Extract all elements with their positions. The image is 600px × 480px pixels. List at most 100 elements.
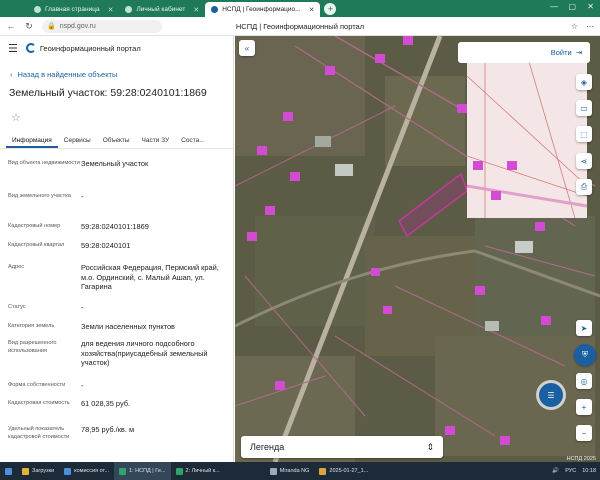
attr-value: Земельный участок (81, 159, 149, 168)
maximize-icon[interactable]: ▢ (568, 2, 576, 11)
bookmark-icon[interactable]: ☆ (571, 22, 578, 31)
attr-value: 59:28:0240101 (81, 241, 131, 250)
attr-label: Адрес (8, 264, 25, 270)
system-tray: 🔊 РУС 10:18 (552, 468, 596, 474)
minus-icon: − (581, 428, 587, 438)
share-button[interactable]: ⋖ (576, 153, 592, 169)
attr-row: Вид земельного участка - (0, 192, 233, 222)
language-indicator[interactable]: РУС (565, 468, 576, 474)
minimize-icon[interactable]: — (550, 2, 558, 11)
taskbar-item[interactable]: 1: НСПД | Ге... (114, 462, 171, 480)
attr-value: Российская Федерация, Пермский край, м.о… (81, 263, 219, 291)
messenger-icon (269, 467, 277, 475)
taskbar-item[interactable]: Miranda NG (265, 462, 315, 480)
attr-row: Вид разрешенного использования для веден… (0, 339, 233, 381)
attr-row: Кадастровый квартал 59:28:0240101 (0, 241, 233, 263)
attr-row: Кадастровый номер 59:28:0240101:1869 (0, 222, 233, 241)
site-favicon-icon (125, 6, 133, 13)
portal-logo-icon (25, 43, 36, 53)
double-chevron-left-icon: « (244, 43, 250, 53)
attr-value: - (81, 192, 84, 201)
attr-value: для ведения личного подсобного хозяйства… (81, 339, 208, 367)
attributes-list: Вид объекта недвижимости Земельный участ… (0, 149, 233, 455)
print-icon: ⎙ (580, 182, 588, 191)
browser-tab-cabinet[interactable]: Личный кабинет ✕ (119, 2, 205, 17)
start-button[interactable] (0, 462, 17, 480)
attr-row: Удельный показатель кадастровой стоимост… (0, 425, 233, 455)
geolocation-button[interactable]: ◎ (576, 373, 592, 389)
tab-information[interactable]: Информация (6, 134, 58, 148)
browser-toolbar: ← ↻ 🔒 nspd.gov.ru НСПД | Геоинформационн… (0, 17, 600, 36)
tab-services[interactable]: Сервисы (58, 134, 97, 148)
login-button[interactable]: Войти ⇥ (458, 42, 590, 63)
plus-icon: + (581, 402, 587, 412)
collapse-panel-button[interactable]: « (239, 40, 255, 56)
tab-objects[interactable]: Объекты (97, 134, 136, 148)
chevron-updown-icon: ⇕ (426, 441, 434, 452)
image-icon (319, 467, 327, 475)
print-button[interactable]: ⎙ (576, 179, 592, 195)
document-icon (64, 467, 72, 475)
browser-tab-strip: Главная страница ✕ Личный кабинет ✕ НСПД… (0, 0, 600, 17)
tab-composition[interactable]: Соста... (175, 134, 211, 148)
browser-icon (119, 467, 127, 475)
close-tab-icon[interactable]: ✕ (193, 6, 199, 14)
attr-value: - (81, 381, 84, 390)
select-area-button[interactable]: ⬚ (576, 126, 592, 142)
map-view[interactable]: « Войти ⇥ ◈ ▭ ⬚ ⋖ ⎙ ➤ ⛨ ◎ ☰ + − Легенда … (235, 36, 600, 462)
navigation-arrow-icon: ➤ (580, 323, 588, 333)
back-icon[interactable]: ← (6, 21, 16, 31)
close-window-icon[interactable]: ✕ (587, 2, 594, 11)
taskbar-item[interactable]: комиссия от... (59, 462, 114, 480)
attr-value: 59:28:0240101:1869 (81, 222, 149, 231)
attr-label: Кадастровый номер (8, 223, 61, 229)
select-area-icon: ⬚ (580, 129, 588, 139)
gosuslugi-button[interactable]: ⛨ (574, 344, 596, 366)
gosuslugi-icon: ⛨ (582, 350, 588, 359)
attr-label: Форма собственности (8, 382, 66, 388)
site-favicon-icon (34, 6, 41, 13)
close-tab-icon[interactable]: ✕ (108, 6, 114, 14)
taskbar-item[interactable]: 2: Личный к... (171, 462, 225, 480)
taskbar-item[interactable]: 2025-01-27_1... (314, 462, 373, 480)
browser-icon (175, 467, 183, 475)
attr-value: 61 028,35 руб. (81, 399, 131, 408)
attr-label: Категория земель (8, 323, 55, 329)
close-tab-icon[interactable]: ✕ (309, 6, 315, 14)
clock[interactable]: 10:18 (582, 468, 596, 474)
attr-value: Земли населенных пунктов (81, 322, 175, 331)
menu-icon[interactable]: ⋯ (586, 22, 594, 31)
target-icon: ◎ (580, 376, 588, 386)
portal-logo[interactable]: Геоинформационный портал (25, 43, 141, 53)
windows-icon (5, 467, 12, 475)
back-to-results-link[interactable]: ‹ Назад в найденные объекты (10, 70, 233, 79)
hamburger-menu-icon[interactable]: ☰ (8, 42, 18, 55)
layers-icon: ◈ (580, 77, 588, 87)
locate-button[interactable]: ➤ (576, 320, 592, 336)
address-bar[interactable]: 🔒 nspd.gov.ru (42, 19, 162, 33)
zoom-out-button[interactable]: − (576, 425, 592, 441)
page-title: НСПД | Геоинформационный портал (235, 21, 365, 31)
layers-button[interactable]: ◈ (576, 74, 592, 90)
os-taskbar: Загрузки комиссия от... 1: НСПД | Ге... … (0, 462, 600, 480)
folder-icon (22, 467, 29, 475)
browser-tab-nspd[interactable]: НСПД | Геоинформацио... ✕ (205, 2, 321, 17)
taskbar-item[interactable]: Загрузки (17, 462, 59, 480)
browser-tab-home[interactable]: Главная страница ✕ (28, 2, 119, 17)
tab-land-parts[interactable]: Части ЗУ (136, 134, 176, 148)
favorite-star-icon[interactable]: ☆ (11, 111, 233, 124)
reload-icon[interactable]: ↻ (24, 21, 34, 32)
attr-label: Кадастровая стоимость (8, 400, 70, 406)
volume-icon[interactable]: 🔊 (552, 468, 559, 474)
attr-row: Адрес Российская Федерация, Пермский кра… (0, 263, 233, 303)
ruler-button[interactable]: ▭ (576, 100, 592, 116)
zoom-in-button[interactable]: + (576, 399, 592, 415)
new-tab-button[interactable]: + (324, 3, 337, 15)
legend-dropdown[interactable]: Легенда ⇕ (241, 436, 443, 458)
chat-icon: ☰ (547, 390, 555, 400)
attr-row: Форма собственности - (0, 381, 233, 399)
lock-icon: 🔒 (47, 23, 56, 30)
attr-label: Вид разрешенного использования (8, 340, 57, 354)
info-tabs: Информация Сервисы Объекты Части ЗУ Сост… (0, 134, 233, 149)
chat-button[interactable]: ☰ (539, 383, 563, 407)
